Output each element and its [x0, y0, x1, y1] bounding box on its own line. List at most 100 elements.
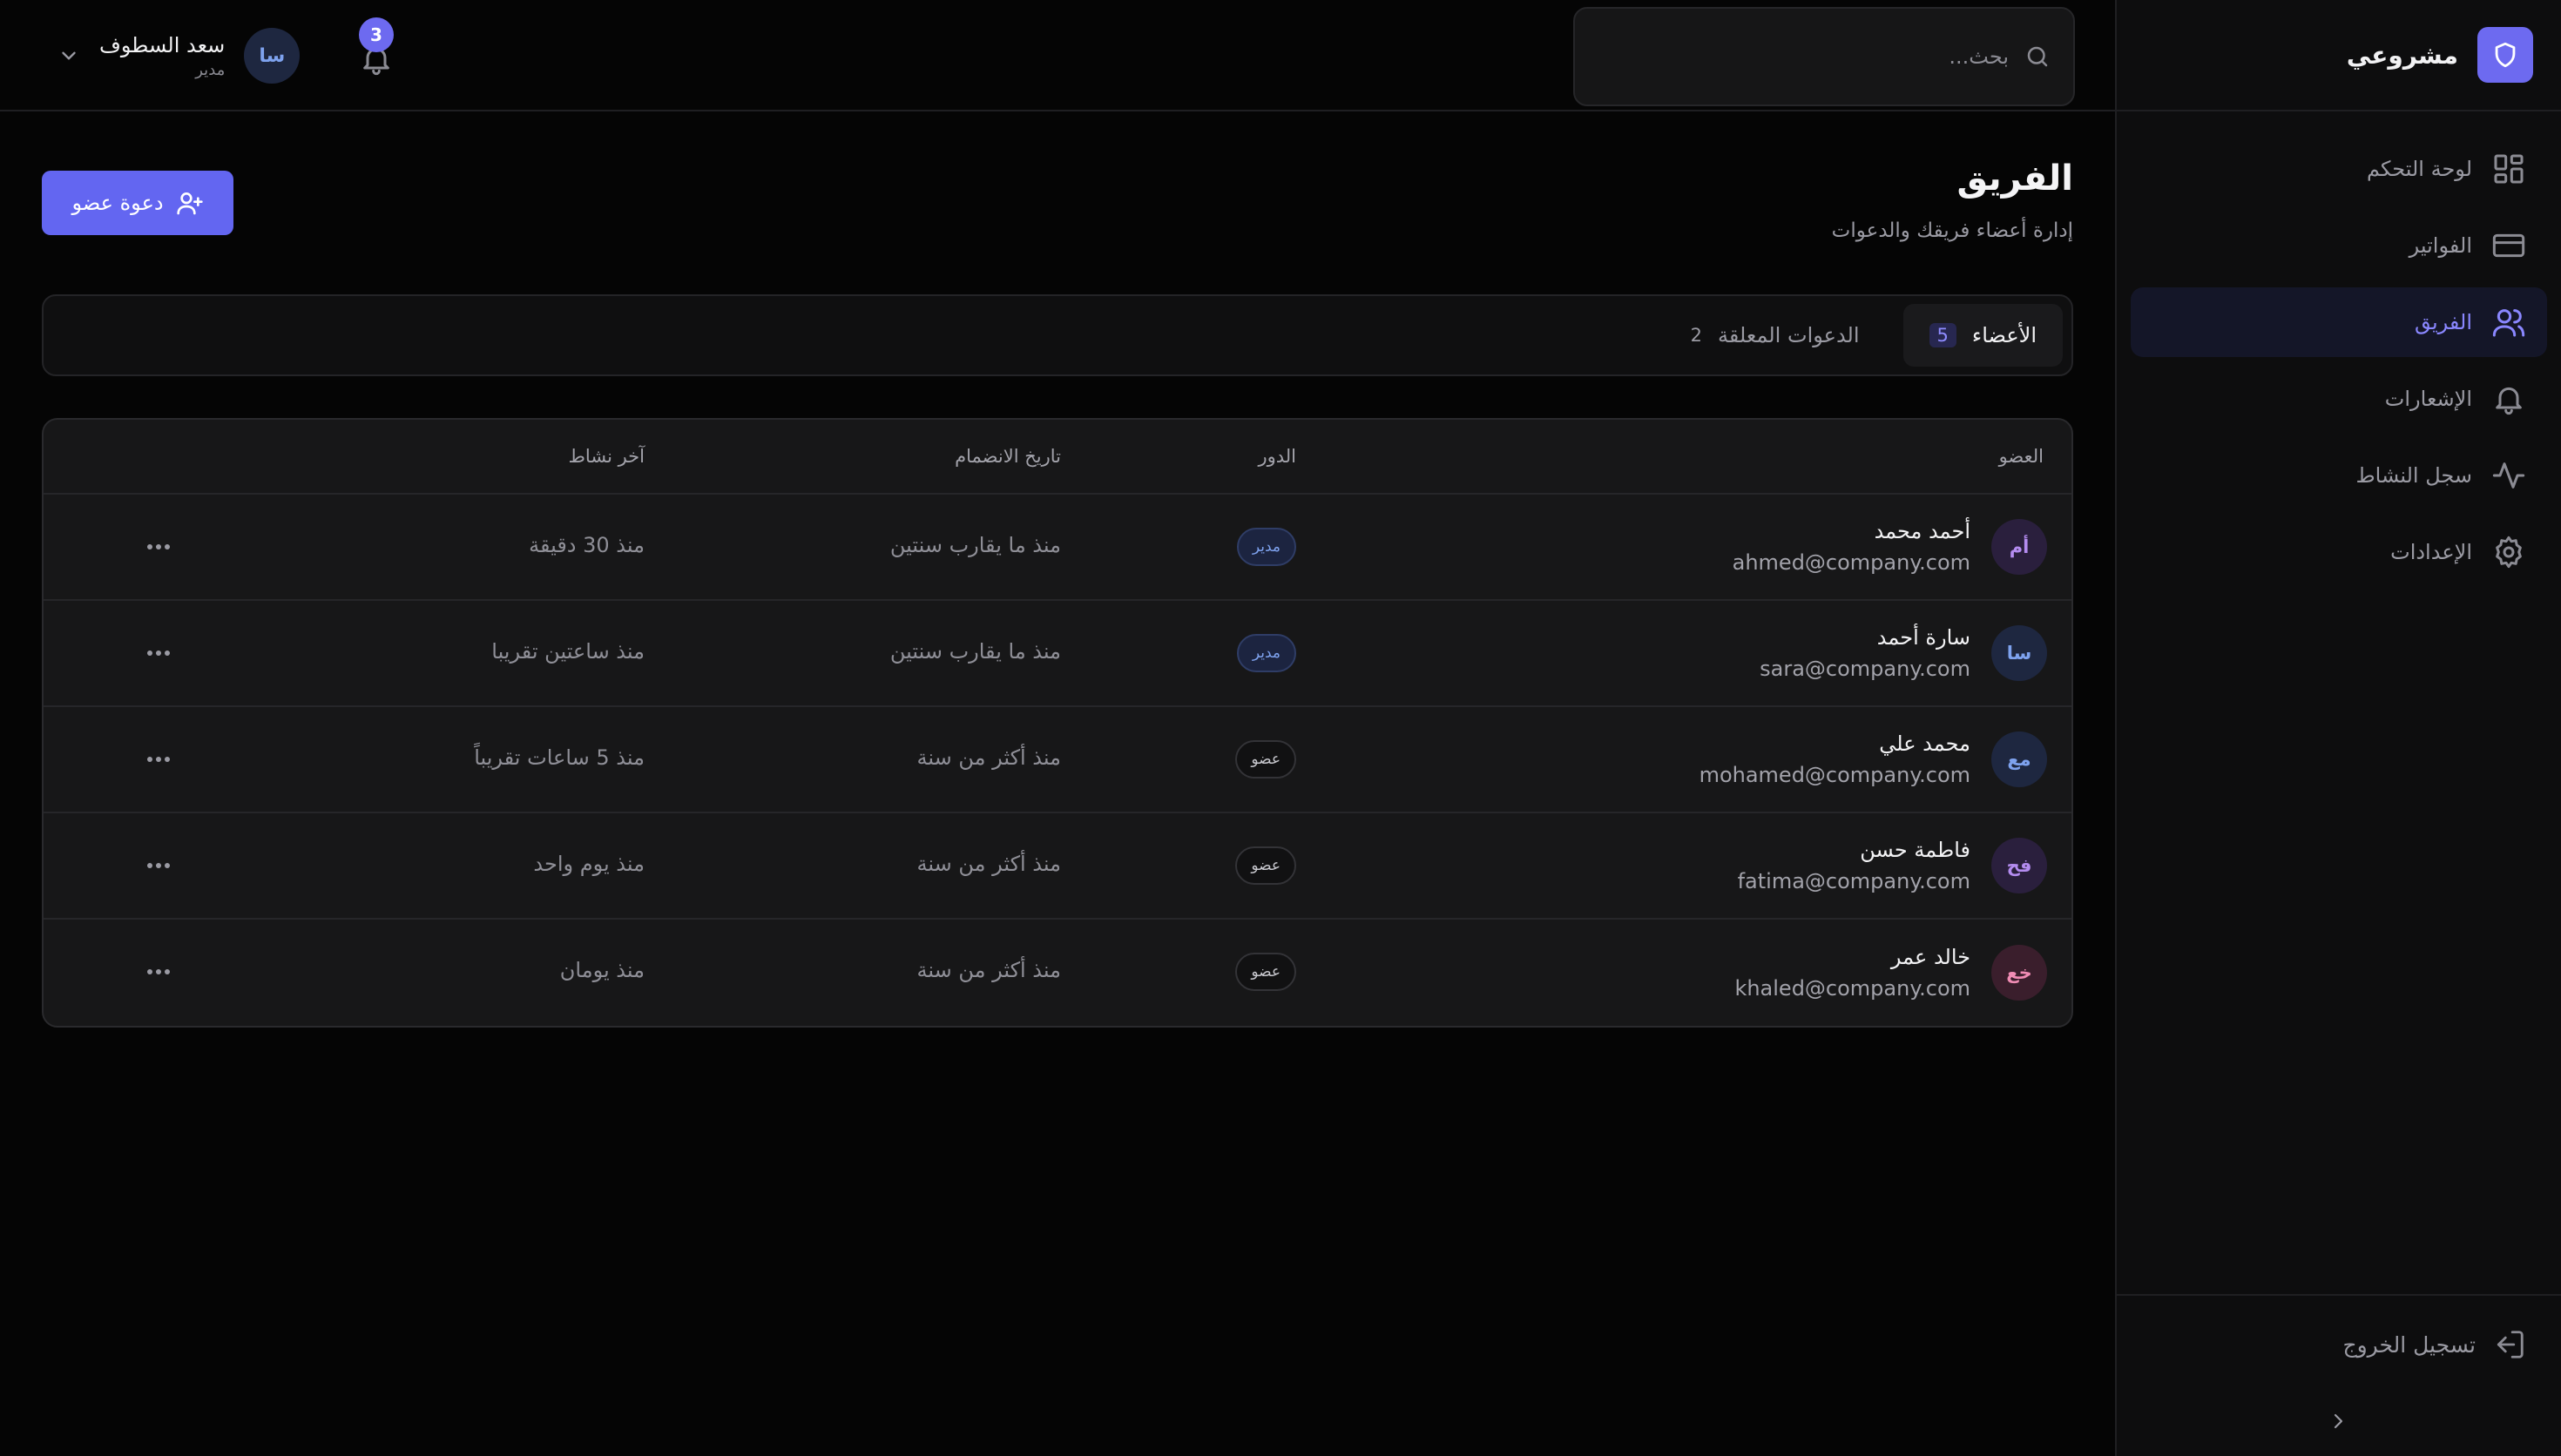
joined-date: منذ ما يقارب سنتين [889, 533, 1061, 557]
invite-member-button[interactable]: دعوة عضو [42, 171, 233, 235]
joined-date: منذ ما يقارب سنتين [889, 639, 1061, 664]
shield-icon [2477, 27, 2533, 83]
tab-members[interactable]: الأعضاء 5 [1902, 304, 2063, 367]
row-actions-button[interactable] [139, 636, 178, 671]
members-table: العضو الدور تاريخ الانضمام آخر نشاط أم أ… [42, 418, 2073, 1028]
more-horizontal-icon [145, 967, 172, 977]
member-name: سارة أحمد [1876, 625, 1970, 650]
tab-pending-invites[interactable]: الدعوات المعلقة 2 [1665, 304, 1886, 367]
sidebar-item-team[interactable]: الفريق [2131, 287, 2547, 357]
logout-label: تسجيل الخروج [2342, 1331, 2476, 1358]
more-horizontal-icon [145, 860, 172, 871]
member-name: خالد عمر [1890, 945, 1970, 969]
last-active: منذ يومان [559, 958, 645, 982]
table-row: مع محمد علي mohamed@company.com عضو منذ … [44, 707, 2071, 813]
column-header-role: الدور [1258, 446, 1296, 467]
member-cell: فح فاطمة حسن fatima@company.com [1738, 813, 2047, 918]
sidebar-item-notifications[interactable]: الإشعارات [2131, 364, 2547, 434]
user-role: مدير [195, 60, 226, 79]
role-badge: عضو [1235, 953, 1296, 991]
table-row: خع خالد عمر khaled@company.com عضو منذ أ… [44, 920, 2071, 1026]
member-email: fatima@company.com [1737, 869, 1970, 893]
more-horizontal-icon [145, 542, 172, 552]
page-title: الفريق [1956, 158, 2073, 199]
sidebar-nav: لوحة التحكم الفواتير الفريق الإشعارات سج… [2117, 111, 2561, 587]
sidebar-item-dashboard[interactable]: لوحة التحكم [2131, 134, 2547, 204]
member-cell: مع محمد علي mohamed@company.com [1699, 707, 2047, 812]
avatar: مع [1991, 731, 2047, 787]
member-name: فاطمة حسن [1860, 838, 1970, 862]
logout-icon [2493, 1328, 2526, 1361]
member-name: أحمد محمد [1874, 519, 1970, 543]
table-header: العضو الدور تاريخ الانضمام آخر نشاط [44, 420, 2071, 495]
sidebar-item-activity-log[interactable]: سجل النشاط [2131, 441, 2547, 510]
credit-card-icon [2491, 228, 2526, 263]
notification-count-badge: 3 [359, 17, 394, 52]
search-box [1573, 7, 2075, 106]
column-header-last-active: آخر نشاط [568, 446, 645, 467]
role-badge: مدير [1236, 528, 1296, 566]
role-badge: عضو [1235, 846, 1296, 885]
member-cell: أم أحمد محمد ahmed@company.com [1733, 495, 2047, 599]
logout-button[interactable]: تسجيل الخروج [2152, 1318, 2526, 1371]
sidebar-footer: تسجيل الخروج [2117, 1294, 2561, 1456]
tab-count: 2 [1690, 325, 1702, 346]
notifications-button[interactable]: 3 [352, 17, 401, 84]
role-badge: مدير [1236, 634, 1296, 672]
avatar: فح [1991, 838, 2047, 893]
chevron-right-icon [2328, 1411, 2348, 1432]
sidebar-item-label: لوحة التحكم [2367, 157, 2472, 181]
row-actions-button[interactable] [139, 742, 178, 777]
collapse-sidebar-button[interactable] [2321, 1404, 2355, 1439]
member-name: محمد علي [1879, 731, 1970, 756]
member-info: سارة أحمد sara@company.com [1760, 625, 1970, 681]
member-cell: خع خالد عمر khaled@company.com [1734, 920, 2047, 1026]
member-email: khaled@company.com [1734, 976, 1970, 1001]
search-icon [2024, 44, 2051, 70]
member-info: خالد عمر khaled@company.com [1734, 945, 1970, 1001]
chevron-down-icon [57, 44, 80, 67]
tab-label: الدعوات المعلقة [1717, 323, 1860, 347]
table-row: أم أحمد محمد ahmed@company.com مدير منذ … [44, 495, 2071, 601]
row-actions-button[interactable] [139, 529, 178, 564]
user-plus-icon [176, 189, 204, 217]
sidebar-item-settings[interactable]: الإعدادات [2131, 517, 2547, 587]
user-menu[interactable]: سا سعد السطوف مدير [57, 26, 301, 85]
more-horizontal-icon [145, 754, 172, 765]
sidebar-item-label: الفواتير [2409, 233, 2472, 258]
row-actions-button[interactable] [139, 954, 178, 989]
table-row: سا سارة أحمد sara@company.com مدير منذ م… [44, 601, 2071, 707]
column-header-member: العضو [1998, 446, 2044, 467]
main-content: الفريق إدارة أعضاء فريقك والدعوات دعوة ع… [0, 113, 2115, 1456]
bell-icon [2491, 381, 2526, 416]
avatar: أم [1991, 519, 2047, 575]
user-info: سعد السطوف مدير [99, 33, 225, 79]
brand-name: مشروعي [2346, 40, 2458, 70]
member-info: فاطمة حسن fatima@company.com [1738, 838, 1970, 893]
tab-label: الأعضاء [1971, 323, 2037, 347]
last-active: منذ ساعتين تقريبا [491, 639, 645, 664]
row-actions-button[interactable] [139, 848, 178, 883]
last-active: منذ 30 دقيقة [529, 533, 645, 557]
tab-count: 5 [1929, 323, 1956, 347]
member-email: mohamed@company.com [1699, 763, 1970, 787]
dashboard-icon [2491, 152, 2526, 186]
brand: مشروعي [2117, 0, 2561, 111]
users-icon [2491, 305, 2526, 340]
last-active: منذ 5 ساعات تقريباً [474, 745, 645, 770]
column-header-joined: تاريخ الانضمام [955, 446, 1061, 467]
page-subtitle: إدارة أعضاء فريقك والدعوات [1831, 219, 2073, 242]
member-email: ahmed@company.com [1732, 550, 1970, 575]
member-cell: سا سارة أحمد sara@company.com [1760, 601, 2047, 705]
sidebar-item-billing[interactable]: الفواتير [2131, 211, 2547, 280]
search-input[interactable] [1598, 44, 2009, 69]
table-row: فح فاطمة حسن fatima@company.com عضو منذ … [44, 813, 2071, 920]
member-email: sara@company.com [1760, 657, 1970, 681]
joined-date: منذ أكثر من سنة [916, 852, 1061, 876]
top-header: 3 سا سعد السطوف مدير [0, 0, 2115, 111]
member-info: أحمد محمد ahmed@company.com [1733, 519, 1970, 575]
sidebar: مشروعي لوحة التحكم الفواتير الفريق الإشع… [2115, 0, 2561, 1456]
table-body: أم أحمد محمد ahmed@company.com مدير منذ … [44, 495, 2071, 1026]
tab-bar: الأعضاء 5 الدعوات المعلقة 2 [42, 294, 2073, 376]
invite-member-label: دعوة عضو [71, 191, 164, 215]
